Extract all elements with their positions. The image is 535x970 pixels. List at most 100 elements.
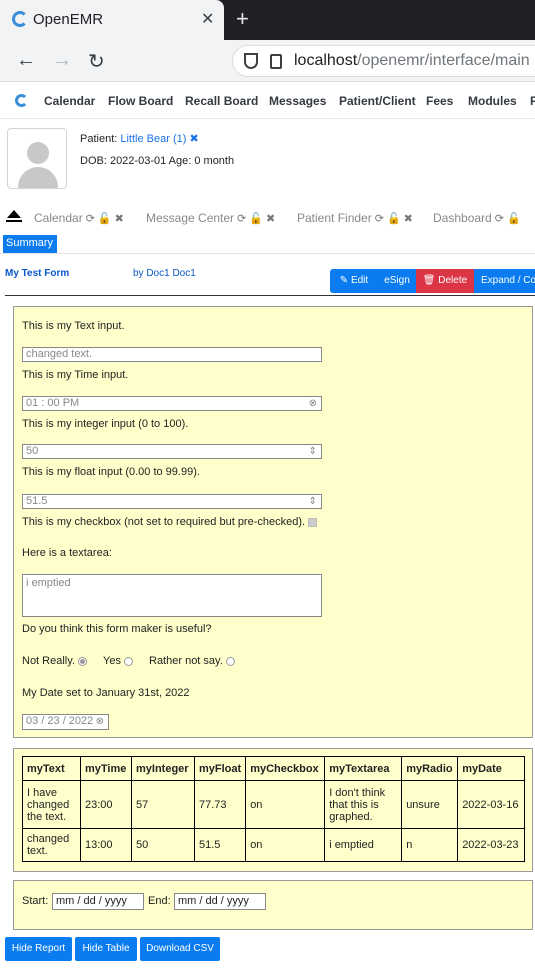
url-text[interactable]: localhost/openemr/interface/main	[294, 52, 530, 70]
shield-icon[interactable]	[244, 53, 258, 69]
menu-calendar[interactable]: Calendar	[44, 94, 95, 108]
esign-button[interactable]: eSign	[378, 269, 416, 293]
float-input[interactable]: 51.5 ⇕	[22, 494, 322, 509]
remove-patient-icon[interactable]: ✖	[189, 133, 198, 145]
radio-button[interactable]	[225, 656, 235, 666]
openemr-logo-icon[interactable]	[15, 94, 28, 107]
form-divider	[5, 295, 535, 296]
page-icon[interactable]	[270, 54, 282, 69]
back-arrow-icon[interactable]: ←	[16, 49, 36, 72]
radio-button-selected[interactable]	[77, 656, 87, 666]
time-input-label: This is my Time input.	[22, 369, 129, 381]
table-cell: 2022-03-23	[457, 828, 526, 862]
integer-input-value: 50	[26, 445, 39, 457]
checkbox-checked[interactable]	[308, 517, 318, 527]
close-icon[interactable]: ✖	[115, 213, 124, 225]
tab-message-center[interactable]: Message Center ⟳ 🔓 ✖	[146, 211, 275, 225]
float-input-value: 51.5	[26, 495, 48, 507]
url-path: /openemr/interface/main	[357, 52, 530, 69]
hide-table-button[interactable]: Hide Table	[75, 937, 137, 961]
date-input[interactable]: 03 / 23 / 2022 ⊗	[22, 714, 109, 730]
table-cell: 51.5	[193, 828, 247, 862]
date-input-value: 03 / 23 / 2022	[26, 715, 94, 727]
radio-label: Yes	[103, 655, 121, 667]
menu-messages[interactable]: Messages	[269, 94, 326, 108]
table-cell: i emptied	[324, 828, 403, 862]
close-tab-icon[interactable]: ✕	[201, 9, 214, 29]
new-tab-button[interactable]: +	[236, 6, 249, 32]
download-csv-button[interactable]: Download CSV	[140, 937, 220, 961]
menu-fees[interactable]: Fees	[426, 94, 453, 108]
summary-divider	[0, 253, 535, 254]
reload-icon[interactable]: ⟳	[237, 213, 246, 225]
patient-name-link[interactable]: Little Bear (1)	[120, 133, 186, 145]
tab-label: Patient Finder	[297, 211, 372, 225]
stepper-icon[interactable]: ⇕	[309, 495, 317, 508]
integer-input-label: This is my integer input (0 to 100).	[22, 418, 189, 430]
radio-button[interactable]	[123, 656, 133, 666]
tab-label: Dashboard	[433, 211, 492, 225]
table-header: myText	[22, 756, 81, 781]
collapse-caret-underline	[6, 220, 22, 222]
close-icon[interactable]: ✖	[404, 213, 413, 225]
menu-modules[interactable]: Modules	[468, 94, 517, 108]
menu-patient-client[interactable]: Patient/Client	[339, 94, 416, 108]
tab-label: Calendar	[34, 211, 83, 225]
table-header-row: myText myTime myInteger myFloat myCheckb…	[22, 756, 526, 781]
end-date-input[interactable]: mm / dd / yyyy	[174, 893, 266, 910]
integer-input[interactable]: 50 ⇕	[22, 444, 322, 459]
expand-collapse-button[interactable]: Expand / Co	[474, 269, 535, 293]
table-row: I have changed the text. 23:00 57 77.73 …	[22, 780, 526, 829]
hide-report-button[interactable]: Hide Report	[5, 937, 72, 961]
reload-icon[interactable]: ⟳	[375, 213, 384, 225]
collapse-caret-icon[interactable]	[7, 210, 21, 218]
table-cell: 2022-03-16	[457, 780, 526, 829]
edit-button[interactable]: ✎ Edit	[330, 269, 378, 293]
start-date-input[interactable]: mm / dd / yyyy	[52, 893, 144, 910]
radio-option-not-really[interactable]: Not Really.	[22, 655, 87, 667]
reload-icon[interactable]: ↻	[88, 49, 105, 74]
lock-icon[interactable]: 🔓	[98, 213, 112, 225]
reload-icon[interactable]: ⟳	[495, 213, 504, 225]
clear-date-icon[interactable]: ⊗	[96, 715, 104, 728]
delete-button[interactable]: 🗑 Delete	[416, 269, 474, 293]
time-input[interactable]: 01 : 00 PM ⊗	[22, 396, 322, 411]
form-title-link[interactable]: My Test Form	[5, 268, 69, 279]
url-host: localhost	[294, 52, 358, 69]
tab-patient-finder[interactable]: Patient Finder ⟳ 🔓 ✖	[297, 211, 413, 225]
reload-icon[interactable]: ⟳	[86, 213, 95, 225]
time-input-value: 01 : 00 PM	[26, 397, 80, 409]
address-bar[interactable]: localhost/openemr/interface/main	[232, 45, 535, 77]
end-label: End:	[148, 895, 171, 907]
main-menu: Calendar Flow Board Recall Board Message…	[0, 83, 535, 119]
table-header: myCheckbox	[245, 756, 326, 781]
table-cell: 50	[131, 828, 195, 862]
textarea-input[interactable]: i emptied	[22, 574, 322, 617]
menu-flow-board[interactable]: Flow Board	[108, 94, 173, 108]
table-cell: unsure	[401, 780, 459, 829]
avatar-head	[27, 142, 49, 164]
close-icon[interactable]: ✖	[266, 213, 275, 225]
text-input[interactable]: changed text.	[22, 347, 322, 362]
menu-recall-board[interactable]: Recall Board	[185, 94, 258, 108]
clear-time-icon[interactable]: ⊗	[309, 397, 317, 410]
table-row: changed text. 13:00 50 51.5 on i emptied…	[22, 828, 526, 862]
radio-option-yes[interactable]: Yes	[103, 655, 133, 667]
summary-tab[interactable]: Summary	[3, 235, 57, 253]
table-cell: n	[401, 828, 459, 862]
tabs-row: Calendar ⟳ 🔓 ✖ Message Center ⟳ 🔓 ✖ Patient Fi…	[0, 205, 535, 231]
lock-icon[interactable]: 🔓	[507, 213, 521, 225]
menu-overflow[interactable]: P	[530, 94, 535, 108]
table-header: myDate	[457, 756, 526, 781]
tab-calendar[interactable]: Calendar ⟳ 🔓 ✖	[34, 211, 124, 225]
forward-arrow-icon[interactable]: →	[52, 49, 72, 72]
table-cell: 57	[131, 780, 195, 829]
tab-dashboard[interactable]: Dashboard ⟳ 🔓	[433, 211, 521, 225]
browser-tab[interactable]: OpenEMR ✕	[0, 0, 224, 40]
table-cell: I don't think that this is graphed.	[324, 780, 403, 829]
radio-option-rather-not-say[interactable]: Rather not say.	[149, 655, 235, 667]
stepper-icon[interactable]: ⇕	[309, 445, 317, 458]
table-header: myInteger	[131, 756, 195, 781]
lock-icon[interactable]: 🔓	[249, 213, 263, 225]
lock-icon[interactable]: 🔓	[387, 213, 401, 225]
